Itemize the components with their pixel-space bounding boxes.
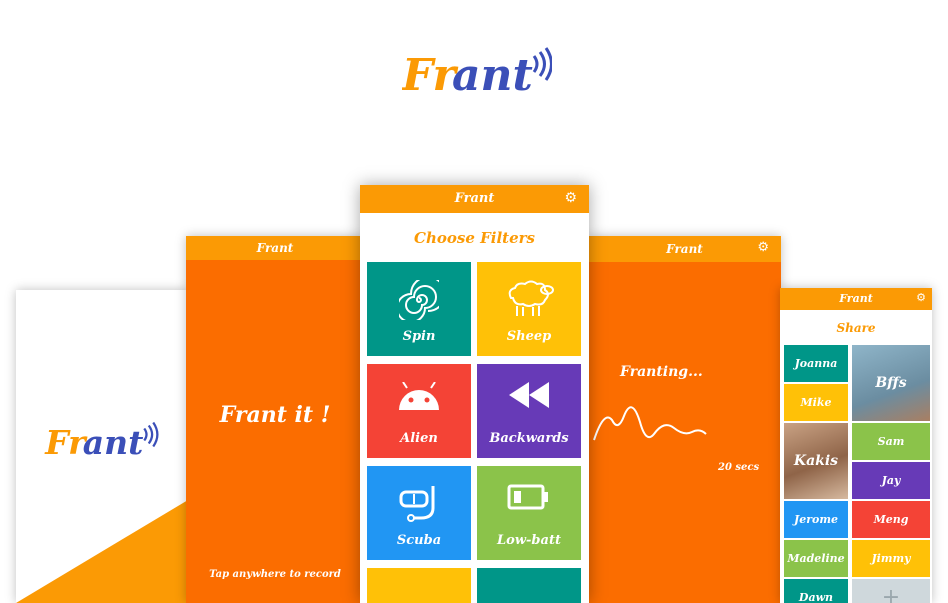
contact-madeline[interactable]: Madeline — [784, 540, 848, 577]
android-icon — [399, 382, 439, 410]
contact-mike[interactable]: Mike — [784, 384, 848, 421]
spiral-icon — [399, 280, 439, 320]
filter-tile-backwards[interactable]: Backwards — [477, 364, 581, 458]
record-headline: Frant it ! — [219, 402, 331, 428]
filter-tile-sheep[interactable]: Sheep — [477, 262, 581, 356]
record-hint: Tap anywhere to record — [209, 569, 341, 580]
filter-label: Alien — [400, 431, 438, 446]
gear-icon[interactable]: ⚙ — [916, 291, 926, 304]
filter-tile-partial[interactable] — [367, 568, 471, 603]
header-title: Frant — [360, 185, 589, 213]
rewind-icon — [509, 382, 549, 408]
filter-tile-spin[interactable]: Spin — [367, 262, 471, 356]
contact-sam[interactable]: Sam — [852, 423, 930, 460]
waveform — [593, 406, 707, 441]
svg-text:ant: ant — [83, 423, 144, 462]
splash-screen: Fr ant — [16, 290, 188, 603]
share-screen: Frant ⚙ Share Joanna Mike Bffs Kakis Sam… — [780, 288, 932, 603]
contact-dawn[interactable]: Dawn — [784, 579, 848, 603]
filter-label: Scuba — [396, 533, 442, 548]
filter-tile-alien[interactable]: Alien — [367, 364, 471, 458]
contact-jerome[interactable]: Jerome — [784, 501, 848, 538]
processing-status: Franting... — [620, 364, 703, 380]
processing-timer: 20 secs — [718, 462, 760, 473]
sheep-icon — [508, 280, 554, 316]
contact-jay[interactable]: Jay — [852, 462, 930, 499]
low-battery-icon — [507, 484, 548, 510]
contact-joanna[interactable]: Joanna — [784, 345, 848, 382]
filters-screen: Frant ⚙ Choose Filters Spin Sheep Alien — [360, 185, 589, 603]
filter-label: Sheep — [506, 329, 552, 344]
svg-text:Fr: Fr — [402, 50, 458, 101]
filters-heading: Choose Filters — [414, 229, 535, 247]
svg-text:ant: ant — [452, 50, 533, 101]
filter-label: Backwards — [489, 431, 569, 446]
record-screen[interactable]: Frant Frant it ! Tap anywhere to record — [186, 236, 364, 603]
splash-logo: Fr ant — [44, 418, 159, 467]
group-bffs[interactable]: Bffs — [852, 345, 930, 421]
frant-logo: Fr ant — [400, 42, 553, 102]
group-kakis[interactable]: Kakis — [784, 423, 848, 499]
header-title: Frant — [780, 288, 932, 310]
add-contact-button[interactable]: + — [852, 579, 930, 603]
share-heading: Share — [836, 321, 876, 335]
snorkel-mask-icon — [399, 486, 435, 522]
filter-tile-low-batt[interactable]: Low-batt — [477, 466, 581, 560]
filter-label: Low-batt — [497, 533, 561, 548]
contact-jimmy[interactable]: Jimmy — [852, 540, 930, 577]
processing-screen: Frant ⚙ Franting... 20 secs — [588, 236, 781, 603]
filter-tile-scuba[interactable]: Scuba — [367, 466, 471, 560]
filter-tile-partial[interactable] — [477, 568, 581, 603]
gear-icon[interactable]: ⚙ — [564, 190, 577, 206]
svg-text:Fr: Fr — [44, 423, 88, 462]
gear-icon[interactable]: ⚙ — [757, 240, 769, 255]
contact-meng[interactable]: Meng — [852, 501, 930, 538]
header-title: Frant — [186, 236, 364, 260]
filter-label: Spin — [402, 329, 436, 344]
header-title: Frant — [588, 236, 781, 262]
